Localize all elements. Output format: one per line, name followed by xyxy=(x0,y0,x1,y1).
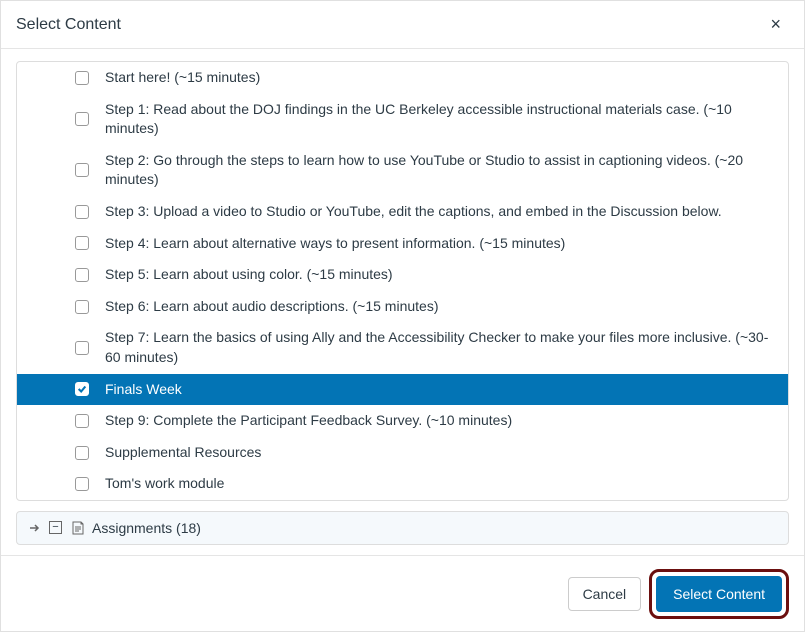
list-item[interactable]: Step 4: Learn about alternative ways to … xyxy=(17,228,788,260)
list-item[interactable]: Finals Week xyxy=(17,374,788,406)
list-item[interactable]: Step 3: Upload a video to Studio or YouT… xyxy=(17,196,788,228)
module-items-box: Start here! (~15 minutes) Step 1: Read ab… xyxy=(16,61,789,501)
modal-footer: Cancel Select Content xyxy=(1,555,804,631)
list-item[interactable]: Step 7: Learn the basics of using Ally a… xyxy=(17,322,788,373)
collapse-icon[interactable]: − xyxy=(49,521,62,534)
checkbox[interactable] xyxy=(75,414,89,428)
select-content-button[interactable]: Select Content xyxy=(656,576,782,612)
item-label: Step 7: Learn the basics of using Ally a… xyxy=(105,328,778,367)
modal-body: Start here! (~15 minutes) Step 1: Read ab… xyxy=(1,49,804,557)
list-item[interactable]: Step 6: Learn about audio descriptions. … xyxy=(17,291,788,323)
item-label: Step 3: Upload a video to Studio or YouT… xyxy=(105,202,722,222)
list-item[interactable]: Start here! (~15 minutes) xyxy=(17,62,788,94)
item-label: Step 2: Go through the steps to learn ho… xyxy=(105,151,778,190)
item-label: Tom's work module xyxy=(105,474,224,494)
list-item[interactable]: Step 2: Go through the steps to learn ho… xyxy=(17,145,788,196)
select-content-highlight: Select Content xyxy=(649,569,789,619)
list-item[interactable]: Step 1: Read about the DOJ findings in t… xyxy=(17,94,788,145)
list-item[interactable]: Supplemental Resources xyxy=(17,437,788,469)
assignments-icon xyxy=(70,520,86,536)
cancel-button[interactable]: Cancel xyxy=(568,577,642,611)
assignments-label: Assignments (18) xyxy=(92,520,201,536)
checkbox[interactable] xyxy=(75,477,89,491)
checkbox[interactable] xyxy=(75,300,89,314)
item-label: Step 4: Learn about alternative ways to … xyxy=(105,234,565,254)
checkbox[interactable] xyxy=(75,382,89,396)
close-button[interactable]: × xyxy=(762,10,789,39)
checkbox[interactable] xyxy=(75,112,89,126)
modal-header: Select Content × xyxy=(1,1,804,49)
item-label: Step 5: Learn about using color. (~15 mi… xyxy=(105,265,393,285)
checkbox[interactable] xyxy=(75,205,89,219)
list-item[interactable]: Tom's work module xyxy=(17,468,788,500)
item-label: Supplemental Resources xyxy=(105,443,261,463)
item-label: Finals Week xyxy=(105,380,182,400)
checkbox[interactable] xyxy=(75,341,89,355)
item-label: Step 6: Learn about audio descriptions. … xyxy=(105,297,438,317)
arrow-right-icon xyxy=(27,520,43,536)
list-item[interactable]: Step 9: Complete the Participant Feedbac… xyxy=(17,405,788,437)
item-label: Start here! (~15 minutes) xyxy=(105,68,260,88)
checkbox[interactable] xyxy=(75,163,89,177)
modal-title: Select Content xyxy=(16,16,121,34)
item-label: Step 1: Read about the DOJ findings in t… xyxy=(105,100,778,139)
checkbox[interactable] xyxy=(75,268,89,282)
checkbox[interactable] xyxy=(75,236,89,250)
item-label: Step 9: Complete the Participant Feedbac… xyxy=(105,411,512,431)
checkbox[interactable] xyxy=(75,71,89,85)
checkbox[interactable] xyxy=(75,446,89,460)
assignments-group-header[interactable]: − Assignments (18) xyxy=(16,511,789,545)
list-item[interactable]: Step 5: Learn about using color. (~15 mi… xyxy=(17,259,788,291)
